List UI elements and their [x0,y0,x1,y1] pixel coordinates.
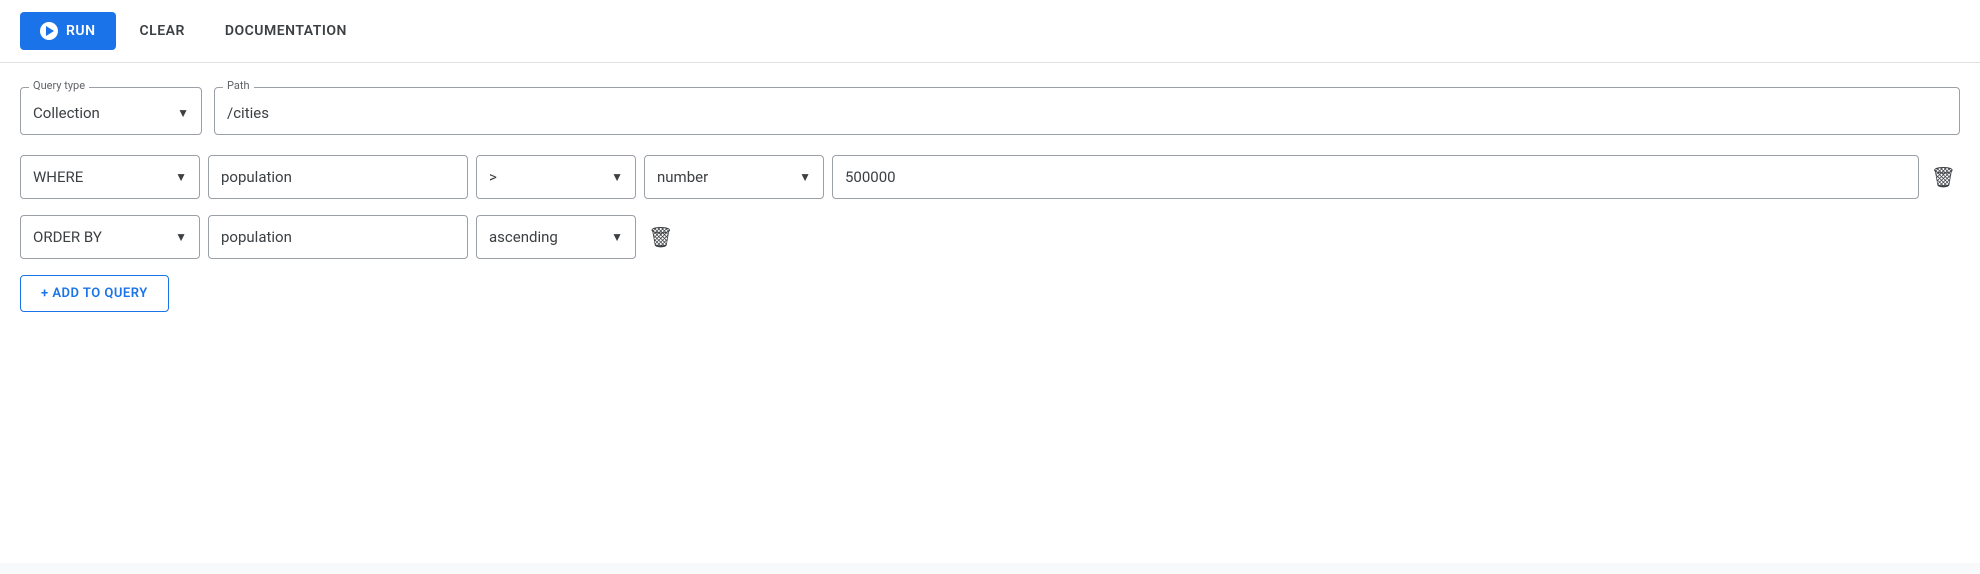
add-to-query-button[interactable]: + ADD TO QUERY [20,275,169,312]
where-field-input[interactable] [208,155,468,199]
add-to-query-label: + ADD TO QUERY [41,286,148,301]
order-by-direction-arrow: ▼ [611,230,623,244]
query-type-value: Collection [33,104,100,122]
where-clause-value: WHERE [33,168,83,186]
where-delete-button[interactable]: 🗑 [1927,161,1960,193]
order-by-clause-select[interactable]: ORDER BY ▼ [20,215,200,259]
query-type-dropdown-arrow: ▼ [177,106,189,120]
order-by-row: ORDER BY ▼ ascending ▼ 🗑 [20,215,1960,259]
order-by-direction-value: ascending [489,228,558,246]
path-label: Path [223,80,254,91]
where-type-value: number [657,168,708,186]
where-operator-arrow: ▼ [611,170,623,184]
where-row: WHERE ▼ > ▼ number ▼ 🗑 [20,155,1960,199]
run-label: RUN [66,23,96,39]
top-bar: RUN CLEAR DOCUMENTATION [0,0,1980,63]
query-type-wrapper: Query type Collection ▼ [20,87,202,135]
order-by-direction-select[interactable]: ascending ▼ [476,215,636,259]
query-type-select[interactable]: Collection ▼ [21,92,201,134]
clear-button[interactable]: CLEAR [124,13,201,49]
where-clause-select[interactable]: WHERE ▼ [20,155,200,199]
path-wrapper: Path [214,87,1960,135]
play-icon [40,22,58,40]
path-input[interactable] [215,92,1959,134]
query-type-path-row: Query type Collection ▼ Path [20,87,1960,135]
query-type-label: Query type [29,80,89,91]
main-content: Query type Collection ▼ Path WHERE ▼ > ▼… [0,63,1980,563]
where-value-input[interactable] [832,155,1919,199]
where-operator-select[interactable]: > ▼ [476,155,636,199]
order-by-field-input[interactable] [208,215,468,259]
order-by-delete-button[interactable]: 🗑 [644,221,677,253]
documentation-button[interactable]: DOCUMENTATION [209,13,363,49]
where-type-select[interactable]: number ▼ [644,155,824,199]
order-by-clause-value: ORDER BY [33,228,102,246]
where-type-arrow: ▼ [799,170,811,184]
run-button[interactable]: RUN [20,12,116,50]
where-clause-arrow: ▼ [175,170,187,184]
where-operator-value: > [489,168,497,186]
order-by-clause-arrow: ▼ [175,230,187,244]
